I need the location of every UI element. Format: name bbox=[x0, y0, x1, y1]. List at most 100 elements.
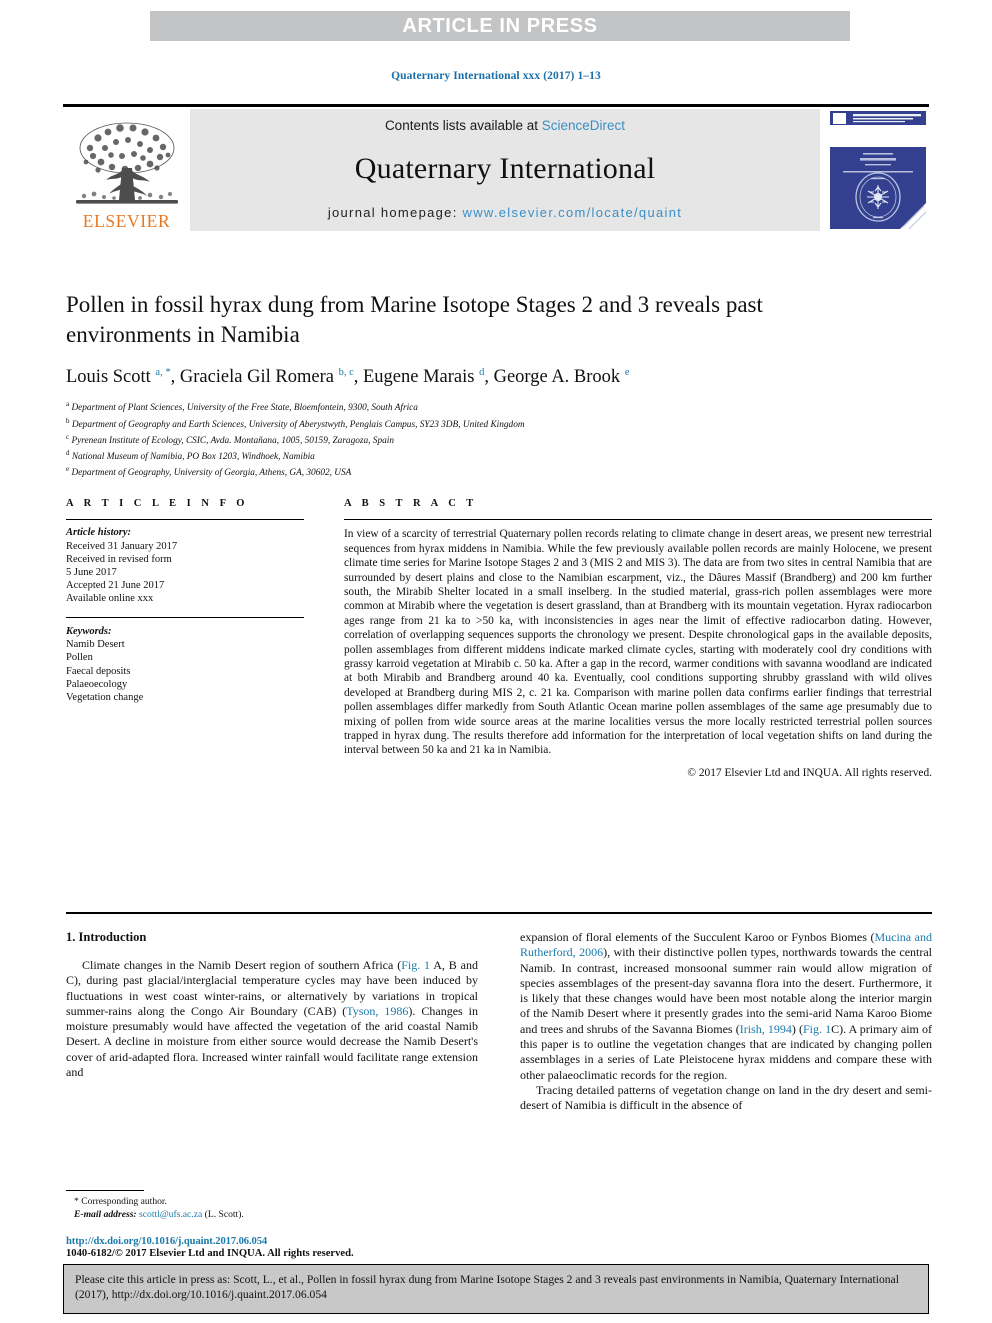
email-line: E-mail address: scottl@ufs.ac.za (L. Sco… bbox=[66, 1209, 478, 1221]
journal-cover-thumbnail bbox=[827, 109, 929, 231]
intro-paragraph-right-1: expansion of floral elements of the Succ… bbox=[520, 930, 932, 1083]
keyword-item: Namib Desert bbox=[66, 639, 125, 651]
contents-prefix: Contents lists available at bbox=[384, 118, 542, 133]
intro-paragraph-right-2: Tracing detailed patterns of vegetation … bbox=[520, 1082, 932, 1113]
intro-text-a: Climate changes in the Namib Desert regi… bbox=[82, 958, 402, 972]
affiliation-text: Department of Geography, University of G… bbox=[71, 468, 352, 479]
affiliation-text: National Museum of Namibia, PO Box 1203,… bbox=[71, 452, 315, 463]
affiliation-text: Department of Geography and Earth Scienc… bbox=[71, 419, 525, 430]
intro-paragraph-left: Climate changes in the Namib Desert regi… bbox=[66, 958, 478, 1080]
author-name: Graciela Gil Romera bbox=[179, 367, 334, 388]
intro-right-text-a: expansion of floral elements of the Succ… bbox=[520, 930, 875, 944]
page-title: Pollen in fossil hyrax dung from Marine … bbox=[66, 292, 763, 347]
elsevier-tree-icon bbox=[75, 122, 178, 204]
affiliation-item: e Department of Geography, University of… bbox=[66, 463, 866, 479]
elsevier-logo: ELSEVIER bbox=[63, 109, 190, 231]
journal-homepage-link[interactable]: www.elsevier.com/locate/quaint bbox=[463, 205, 683, 220]
author-affiliation-marks[interactable]: a, * bbox=[155, 367, 170, 378]
article-info-abstract-section: A R T I C L E I N F O Article history: R… bbox=[66, 498, 932, 779]
issn-copyright-line: 1040-6182/© 2017 Elsevier Ltd and INQUA.… bbox=[66, 1248, 354, 1259]
email-link[interactable]: scottl@ufs.ac.za bbox=[139, 1209, 202, 1220]
column-gap bbox=[304, 498, 344, 779]
author-separator: , bbox=[170, 367, 180, 388]
footer-doi-block: http://dx.doi.org/10.1016/j.quaint.2017.… bbox=[66, 1236, 536, 1259]
abstract-column: A B S T R A C T In view of a scarcity of… bbox=[344, 498, 932, 779]
section-heading-introduction: 1. Introduction bbox=[66, 930, 147, 944]
abstract-heading: A B S T R A C T bbox=[344, 498, 478, 509]
author-list: Louis Scott a, *, Graciela Gil Romera b,… bbox=[66, 366, 866, 389]
email-owner: (L. Scott). bbox=[202, 1208, 244, 1220]
author-name: Louis Scott bbox=[66, 367, 151, 388]
affiliation-mark: a bbox=[66, 400, 70, 409]
body-column-gap bbox=[478, 930, 520, 1114]
keywords-label: Keywords: bbox=[66, 626, 112, 637]
contents-lists-line: Contents lists available at ScienceDirec… bbox=[385, 118, 625, 133]
figure-reference-link[interactable]: Fig. 1 bbox=[803, 1022, 831, 1036]
affiliation-item: a Department of Plant Sciences, Universi… bbox=[66, 398, 866, 414]
author-separator: , bbox=[353, 367, 363, 388]
affiliation-item: b Department of Geography and Earth Scie… bbox=[66, 415, 866, 431]
cite-this-article-box: Please cite this article in press as: Sc… bbox=[63, 1264, 929, 1314]
affiliation-list: a Department of Plant Sciences, Universi… bbox=[66, 398, 866, 479]
journal-title: Quaternary International bbox=[354, 152, 656, 185]
affiliation-text: Pyrenean Institute of Ecology, CSIC, Avd… bbox=[71, 435, 394, 446]
article-history-item: Available online xxx bbox=[66, 593, 154, 605]
abstract-text: In view of a scarcity of terrestrial Qua… bbox=[344, 528, 932, 757]
affiliation-text: Department of Plant Sciences, University… bbox=[71, 403, 418, 414]
article-info-heading: A R T I C L E I N F O bbox=[66, 498, 249, 509]
running-head: Quaternary International xxx (2017) 1–13 bbox=[391, 70, 601, 82]
article-in-press-label: ARTICLE IN PRESS bbox=[402, 14, 598, 37]
citation-link[interactable]: Tyson, 1986 bbox=[346, 1004, 408, 1018]
affiliation-mark: c bbox=[66, 432, 70, 441]
body-columns: 1. Introduction Climate changes in the N… bbox=[66, 930, 932, 1114]
elsevier-wordmark: ELSEVIER bbox=[82, 210, 171, 231]
article-history-label: Article history: bbox=[66, 527, 132, 539]
homepage-prefix: journal homepage: bbox=[327, 205, 463, 220]
keyword-item: Faecal deposits bbox=[66, 665, 131, 677]
cite-this-article-text: Please cite this article in press as: Sc… bbox=[75, 1273, 899, 1301]
corresponding-author-line: * Corresponding author. bbox=[74, 1196, 167, 1208]
article-history-block: Article history: Received 31 January 201… bbox=[66, 520, 304, 616]
masthead-center-block: Contents lists available at ScienceDirec… bbox=[190, 109, 820, 231]
article-history-item: 5 June 2017 bbox=[66, 567, 117, 578]
journal-cover-image bbox=[827, 109, 929, 231]
affiliation-mark: b bbox=[66, 416, 70, 425]
body-column-right: expansion of floral elements of the Succ… bbox=[520, 930, 932, 1114]
abstract-copyright: © 2017 Elsevier Ltd and INQUA. All right… bbox=[687, 766, 932, 779]
keyword-item: Pollen bbox=[66, 652, 93, 664]
sciencedirect-link[interactable]: ScienceDirect bbox=[542, 118, 625, 133]
corresponding-author-footnote: * Corresponding author. E-mail address: … bbox=[66, 1190, 478, 1221]
citation-link[interactable]: Irish, 1994 bbox=[740, 1022, 792, 1036]
author-separator: , bbox=[484, 367, 494, 388]
author-entry: Eugene Marais d bbox=[363, 367, 484, 387]
article-history-item: Received 31 January 2017 bbox=[66, 540, 178, 552]
intro-right-text-c: ) ( bbox=[791, 1021, 803, 1036]
journal-masthead: ELSEVIER Contents lists available at Sci… bbox=[63, 104, 929, 231]
author-entry: George A. Brook e bbox=[494, 367, 630, 387]
author-name: George A. Brook bbox=[493, 367, 621, 388]
figure-reference-link[interactable]: Fig. 1 bbox=[401, 958, 430, 972]
affiliation-item: d National Museum of Namibia, PO Box 120… bbox=[66, 447, 866, 463]
journal-homepage-line: journal homepage: www.elsevier.com/locat… bbox=[328, 205, 682, 220]
author-affiliation-marks[interactable]: b, c bbox=[339, 367, 354, 378]
body-column-left: 1. Introduction Climate changes in the N… bbox=[66, 930, 478, 1114]
author-entry: Graciela Gil Romera b, c bbox=[180, 367, 354, 387]
affiliation-mark: e bbox=[66, 465, 70, 474]
doi-link[interactable]: http://dx.doi.org/10.1016/j.quaint.2017.… bbox=[66, 1236, 536, 1247]
footnote-rule bbox=[66, 1190, 144, 1192]
affiliation-item: c Pyrenean Institute of Ecology, CSIC, A… bbox=[66, 431, 866, 447]
keywords-block: Keywords: Namib Desert Pollen Faecal dep… bbox=[66, 618, 304, 704]
article-history-item: Accepted 21 June 2017 bbox=[66, 580, 165, 592]
author-entry: Louis Scott a, * bbox=[66, 367, 171, 387]
keyword-item: Vegetation change bbox=[66, 692, 144, 704]
title-author-block: Pollen in fossil hyrax dung from Marine … bbox=[66, 290, 866, 480]
keyword-item: Palaeoecology bbox=[66, 678, 128, 690]
abstract-bottom-rule bbox=[66, 912, 932, 914]
author-affiliation-marks[interactable]: e bbox=[625, 367, 630, 378]
affiliation-mark: d bbox=[66, 449, 70, 458]
article-in-press-banner: ARTICLE IN PRESS bbox=[150, 11, 850, 41]
masthead-top-rule bbox=[63, 104, 929, 107]
email-label: E-mail address: bbox=[74, 1208, 137, 1220]
article-info-column: A R T I C L E I N F O Article history: R… bbox=[66, 498, 304, 779]
author-name: Eugene Marais bbox=[363, 367, 475, 388]
